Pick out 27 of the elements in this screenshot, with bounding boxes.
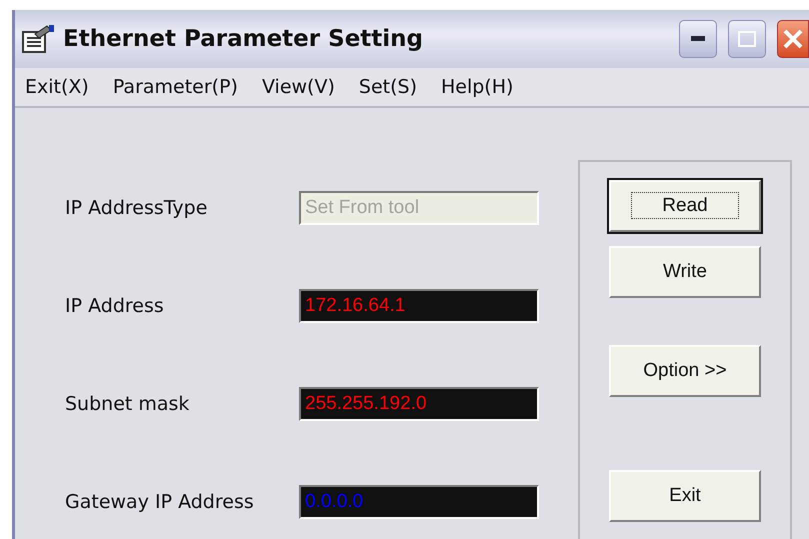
- menu-item[interactable]: Parameter(P): [112, 76, 238, 98]
- close-button[interactable]: [777, 20, 809, 58]
- minimize-button[interactable]: [679, 20, 717, 58]
- input-field[interactable]: 172.16.64.1: [299, 289, 539, 323]
- maximize-icon: [738, 31, 756, 47]
- minimize-icon: [691, 36, 705, 42]
- menu-item[interactable]: Exit(X): [25, 76, 89, 98]
- menu-item[interactable]: Help(H): [440, 76, 514, 98]
- menu-item[interactable]: View(V): [262, 76, 335, 98]
- menu-item[interactable]: Set(S): [358, 76, 417, 98]
- field-label: Gateway IP Address: [65, 491, 255, 513]
- exit-button[interactable]: Exit: [609, 470, 761, 522]
- field-value: Set From tool: [305, 197, 420, 219]
- field-value: 172.16.64.1: [305, 295, 406, 317]
- field-label: Subnet mask: [65, 393, 190, 415]
- settings-document-icon: [21, 24, 55, 54]
- field-label: IP AddressType: [65, 197, 208, 219]
- input-field[interactable]: 255.255.192.0: [299, 387, 539, 421]
- close-icon: [782, 28, 804, 50]
- window-title: Ethernet Parameter Setting: [63, 26, 424, 52]
- field-label: IP Address: [65, 295, 165, 317]
- field-value: 255.255.192.0: [305, 393, 427, 415]
- read-button[interactable]: Read: [609, 180, 761, 232]
- write-button[interactable]: Write: [609, 246, 761, 298]
- maximize-button[interactable]: [728, 20, 766, 58]
- option-button[interactable]: Option >>: [609, 345, 761, 397]
- field-value: 0.0.0.0: [305, 491, 364, 513]
